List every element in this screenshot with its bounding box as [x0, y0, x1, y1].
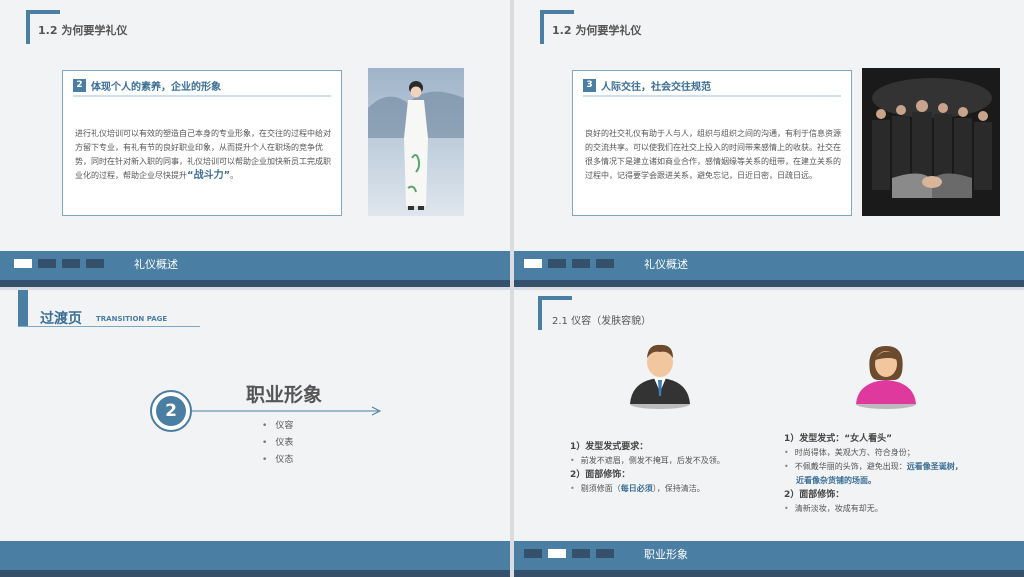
- title-underline: [18, 326, 200, 327]
- card-number: 3: [583, 79, 596, 92]
- footer-stripe: [514, 570, 1024, 577]
- nav-tab-1[interactable]: [14, 259, 32, 268]
- female-description: 1）发型发式：“女人看头” 时尚得体，美观大方、符合身份； 不佩戴华丽的头饰，避…: [784, 432, 1014, 516]
- footer-stripe: [514, 280, 1024, 287]
- content-card: 3 人际交往，社会交往规范 良好的社交礼仪有助于人与人，组织与组织之间的沟通，有…: [572, 70, 852, 216]
- list-item: 仪表: [262, 435, 293, 452]
- transition-title: 过渡页: [40, 311, 82, 327]
- slide-3: 过渡页 TRANSITION PAGE 2 职业形象 仪容 仪表 仪态: [0, 290, 510, 577]
- female-heading-1: 1）发型发式：“女人看头”: [784, 434, 893, 444]
- slide-1: 1.2 为何要学礼仪 2 体现个人的素养，企业的形象 进行礼仪培训可以有效的塑造…: [0, 0, 510, 287]
- nav-tab-1[interactable]: [524, 549, 542, 558]
- male-heading-1: 1）发型发式要求：: [570, 442, 649, 452]
- nav-tab-3[interactable]: [572, 259, 590, 268]
- card-title: 人际交往，社会交往规范: [601, 82, 711, 93]
- male-bullet-1-text: 前发不遮眉，侧发不掩耳，后发不及领。: [580, 456, 725, 465]
- slide-2: 1.2 为何要学礼仪 3 人际交往，社会交往规范 良好的社交礼仪有助于人与人，组…: [514, 0, 1024, 287]
- male-bullet-2: 剔须修面（每日必须），保持清洁。: [570, 482, 770, 496]
- nav-tab-2[interactable]: [548, 549, 566, 558]
- card-header: 3 人际交往，社会交往规范: [583, 77, 841, 97]
- nav-tab-2[interactable]: [548, 259, 566, 268]
- footer-label: 礼仪概述: [134, 258, 178, 271]
- arrow-right-icon: [192, 406, 382, 416]
- transition-subtitle: TRANSITION PAGE: [96, 315, 168, 323]
- nav-tab-3[interactable]: [62, 259, 80, 268]
- nav-tab-4[interactable]: [86, 259, 104, 268]
- footer-stripe: [0, 570, 510, 577]
- female-bullet-2-highlight-1: 远看像圣诞树，: [906, 462, 963, 471]
- nav-tab-1[interactable]: [524, 259, 542, 268]
- male-bullet-2-highlight: 每日必须: [620, 484, 653, 493]
- female-bullet-2-highlight-2: 近看像杂货铺的场面。: [796, 476, 876, 485]
- female-avatar-icon: [856, 346, 916, 409]
- footer-bar: 职业形象: [514, 541, 1024, 577]
- female-bullet-3-text: 清新淡妆，妆成有却无。: [794, 504, 883, 513]
- nav-tab-4[interactable]: [596, 259, 614, 268]
- male-avatar-icon: [630, 344, 690, 409]
- male-description: 1）发型发式要求： 前发不遮眉，侧发不掩耳，后发不及领。 2）面部修饰： 剔须修…: [570, 440, 770, 496]
- card-body: 良好的社交礼仪有助于人与人，组织与组织之间的沟通，有利于信息资源的交流共享。可以…: [585, 129, 841, 180]
- qipao-woman-photo: [368, 68, 464, 216]
- card-body: 进行礼仪培训可以有效的塑造自己本身的专业形象，在交往的过程中给对方留下专业，有礼…: [75, 127, 331, 183]
- slide-4: 2.1 仪容（发肤容貌） 1）发型发式要求： 前发不遮眉，侧发不掩耳，后发不及领…: [514, 290, 1024, 577]
- section-title: 2.1 仪容（发肤容貌）: [552, 316, 652, 327]
- section-title: 1.2 为何要学礼仪: [38, 24, 128, 37]
- female-heading-2: 2）面部修饰：: [784, 490, 845, 500]
- footer-label: 礼仪概述: [644, 258, 688, 271]
- card-title: 体现个人的素养，企业的形象: [91, 82, 221, 93]
- list-item: 仪容: [262, 418, 293, 435]
- nav-tab-3[interactable]: [572, 549, 590, 558]
- nav-tab-4[interactable]: [596, 549, 614, 558]
- list-item: 仪态: [262, 452, 293, 469]
- male-bullet-2-post: ），保持清洁。: [652, 484, 705, 493]
- nav-tab-2[interactable]: [38, 259, 56, 268]
- content-card: 2 体现个人的素养，企业的形象 进行礼仪培训可以有效的塑造自己本身的专业形象，在…: [62, 70, 342, 216]
- female-bullet-2-pre: 不佩戴华丽的头饰，避免出现：: [794, 462, 907, 471]
- chapter-number-badge: 2: [150, 390, 192, 432]
- male-heading-2: 2）面部修饰：: [570, 470, 631, 480]
- chapter-list: 仪容 仪表 仪态: [262, 418, 293, 469]
- female-bullet-2-cont: 近看像杂货铺的场面。: [784, 474, 1014, 488]
- female-bullet-3: 清新淡妆，妆成有却无。: [784, 502, 1014, 516]
- female-bullet-2: 不佩戴华丽的头饰，避免出现：远看像圣诞树，: [784, 460, 1014, 474]
- card-header: 2 体现个人的素养，企业的形象: [73, 77, 331, 97]
- footer-stripe: [0, 280, 510, 287]
- footer-bar: [0, 541, 510, 577]
- card-body-end: 。: [230, 171, 239, 180]
- chapter-number: 2: [156, 396, 186, 426]
- footer-bar: 礼仪概述: [514, 251, 1024, 287]
- female-bullet-1-text: 时尚得体，美观大方、符合身份；: [794, 448, 915, 457]
- female-bullet-1: 时尚得体，美观大方、符合身份；: [784, 446, 1014, 460]
- footer-label: 职业形象: [644, 548, 688, 561]
- title-accent-bar: [18, 290, 28, 326]
- card-number: 2: [73, 79, 86, 92]
- chapter-heading: 职业形象: [246, 384, 323, 406]
- card-highlight: “战斗力”: [187, 170, 231, 181]
- section-title: 1.2 为何要学礼仪: [552, 24, 642, 37]
- male-bullet-2-pre: 剔须修面（: [580, 484, 621, 493]
- male-bullet-1: 前发不遮眉，侧发不掩耳，后发不及领。: [570, 454, 770, 468]
- business-team-photo: [862, 68, 1000, 216]
- footer-bar: 礼仪概述: [0, 251, 510, 287]
